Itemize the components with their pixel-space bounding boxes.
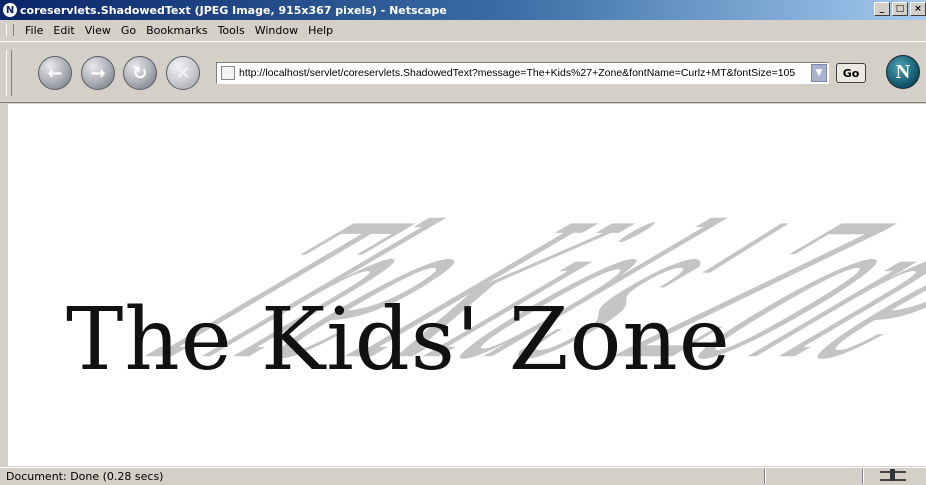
menu-go[interactable]: Go (116, 24, 141, 37)
forward-button[interactable]: → (81, 56, 115, 90)
netscape-logo-icon: N (3, 3, 17, 17)
menu-file[interactable]: File (20, 24, 48, 37)
arrow-right-icon: → (90, 62, 106, 84)
back-button[interactable]: ← (38, 56, 72, 90)
stop-button[interactable]: ✕ (166, 56, 200, 90)
menu-tools[interactable]: Tools (213, 24, 250, 37)
status-text: Document: Done (0.28 secs) (6, 470, 164, 483)
close-button[interactable]: × (910, 2, 926, 16)
status-divider (764, 469, 766, 484)
menu-bookmarks[interactable]: Bookmarks (141, 24, 212, 37)
menu-bar: File Edit View Go Bookmarks Tools Window… (0, 20, 926, 40)
title-bar: N coreservlets.ShadowedText (JPEG Image,… (0, 0, 926, 20)
go-button[interactable]: Go (836, 63, 866, 83)
page-icon (221, 66, 235, 80)
arrow-left-icon: ← (47, 62, 63, 84)
menu-view[interactable]: View (80, 24, 116, 37)
url-text[interactable]: http://localhost/servlet/coreservlets.Sh… (239, 67, 811, 79)
status-divider (862, 469, 864, 484)
menu-window[interactable]: Window (250, 24, 303, 37)
url-bar[interactable]: http://localhost/servlet/coreservlets.Sh… (216, 62, 829, 84)
url-history-dropdown[interactable]: ▼ (811, 64, 827, 82)
status-bar: Document: Done (0.28 secs) (0, 467, 926, 485)
stop-icon: ✕ (175, 62, 191, 84)
minimize-button[interactable]: _ (874, 2, 890, 16)
navigation-toolbar: ← → ↻ ✕ http://localhost/servlet/coreser… (0, 41, 926, 103)
maximize-button[interactable]: □ (892, 2, 908, 16)
connection-icon (880, 469, 906, 481)
reload-icon: ↻ (132, 62, 148, 84)
menu-edit[interactable]: Edit (48, 24, 79, 37)
window-controls: _ □ × (874, 2, 926, 16)
menu-help[interactable]: Help (303, 24, 338, 37)
reload-button[interactable]: ↻ (123, 56, 157, 90)
netscape-throbber-icon[interactable]: N (886, 55, 920, 89)
shadowed-text-message: The Kids' Zone (66, 290, 731, 390)
menubar-grip[interactable] (6, 24, 14, 36)
content-viewport: The Kids' Zone The Kids' Zone (8, 104, 926, 466)
toolbar-grip[interactable] (6, 50, 12, 96)
window-title: coreservlets.ShadowedText (JPEG Image, 9… (20, 3, 447, 17)
